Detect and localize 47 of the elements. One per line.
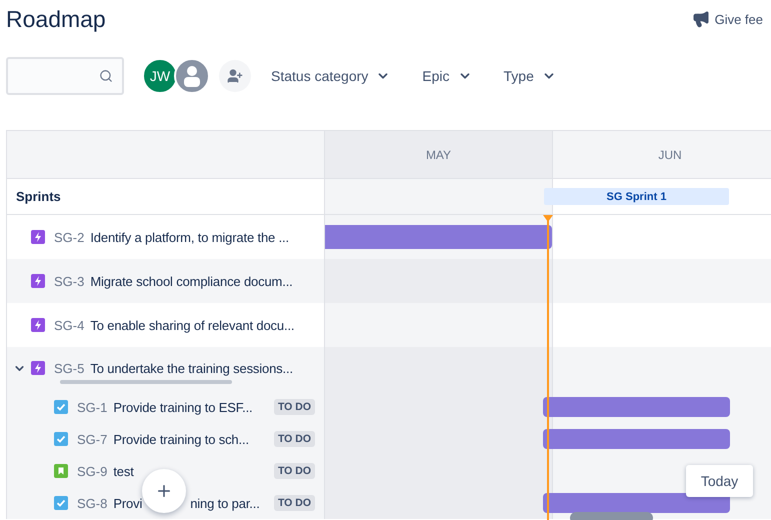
issue-title[interactable]: To enable sharing of relevant docu... <box>90 318 315 332</box>
add-people-button[interactable] <box>219 60 251 92</box>
month-label: MAY <box>426 148 452 162</box>
megaphone-icon <box>692 10 710 28</box>
status-lozenge: TO DO <box>274 495 315 511</box>
lightning-icon <box>31 361 45 375</box>
issue-key: SG-8 <box>77 496 108 510</box>
status-lozenge: TO DO <box>274 463 315 479</box>
issue-key: SG-1 <box>77 400 108 414</box>
filter-dropdown[interactable]: Type <box>504 64 556 88</box>
lightning-icon <box>31 274 45 288</box>
lightning-icon <box>31 318 45 332</box>
month-label: JUN <box>658 148 682 162</box>
issue-key: SG-3 <box>54 274 84 288</box>
bookmark-icon <box>54 464 68 478</box>
issue-key: SG-9 <box>77 464 108 478</box>
user-avatar[interactable]: JW <box>142 58 178 94</box>
checkbox-icon <box>54 400 68 414</box>
checkbox-icon <box>54 496 68 510</box>
issue-title[interactable]: Provide training to ESF... <box>113 400 270 414</box>
filter-dropdown[interactable]: Epic <box>422 64 472 88</box>
issue-title[interactable]: Identify a platform, to migrate the ... <box>90 230 315 244</box>
lightning-icon <box>31 230 45 244</box>
feedback-link[interactable]: Give fee <box>688 10 763 28</box>
issue-title[interactable]: Migrate school compliance docum... <box>90 274 315 288</box>
status-lozenge: TO DO <box>274 431 315 447</box>
issue-key: SG-4 <box>54 318 84 332</box>
timeline-bar[interactable] <box>543 493 730 513</box>
issue-key: SG-2 <box>54 230 84 244</box>
sprint-chip[interactable]: SG Sprint 1 <box>544 188 729 205</box>
filter-dropdown[interactable]: Status category <box>271 64 390 88</box>
status-lozenge: TO DO <box>274 399 315 415</box>
issue-title[interactable]: ning to par... <box>190 496 270 510</box>
issue-title[interactable]: test <box>113 464 270 478</box>
today-button[interactable]: Today <box>686 465 753 497</box>
issue-key: SG-5 <box>54 360 84 376</box>
search-icon <box>99 69 113 83</box>
add-person-icon <box>227 68 243 84</box>
sprints-heading: Sprints <box>15 189 61 204</box>
issue-title[interactable]: Provide training to sch... <box>113 432 270 446</box>
page-title: Roadmap <box>6 6 106 32</box>
checkbox-icon <box>54 432 68 446</box>
plus-icon <box>155 482 173 500</box>
issue-title[interactable]: To undertake the training sessions... <box>90 360 315 376</box>
search-field[interactable] <box>6 57 124 95</box>
issue-title[interactable]: Provi <box>113 496 142 510</box>
issue-key: SG-7 <box>77 432 108 446</box>
